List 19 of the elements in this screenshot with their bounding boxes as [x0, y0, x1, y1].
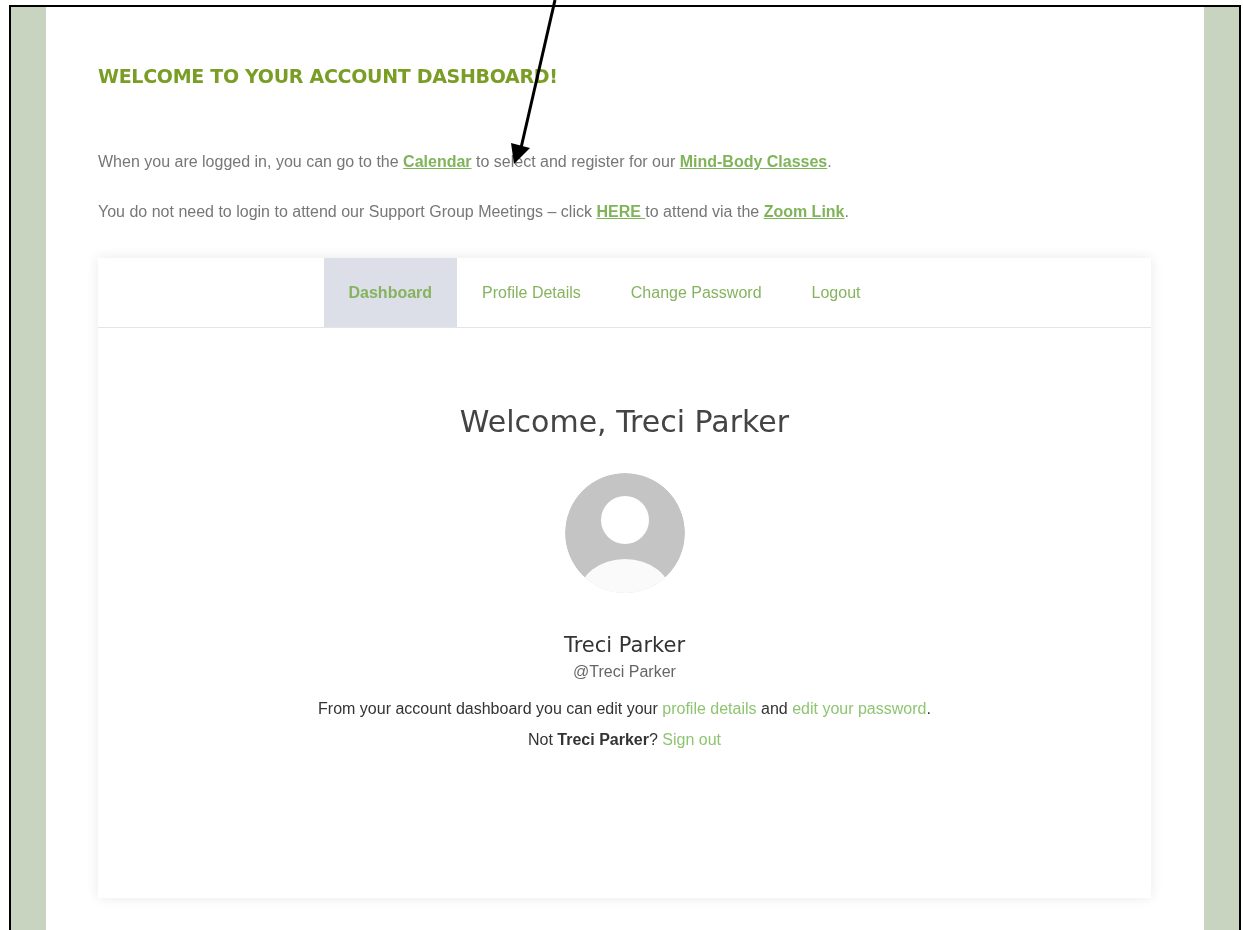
nav-tab[interactable]: Profile Details [457, 258, 606, 327]
account-text: Not Treci Parker? Sign out [527, 730, 722, 750]
nav-tab[interactable]: Dashboard [323, 258, 458, 327]
welcome-heading: Welcome, Treci Parker [459, 404, 790, 439]
avatar-icon [564, 473, 685, 593]
text-link[interactable]: Zoom Link [763, 203, 845, 220]
intro-text: When you are logged in, you can go to the Calendar to select and register for our Mind-Body Classes. [98, 152, 833, 172]
text-link[interactable]: Sign out [662, 731, 721, 748]
nav-tab[interactable]: Logout [786, 258, 886, 327]
account-text: From your account dashboard you can edit your profile details and edit your password. [318, 699, 931, 719]
text-link[interactable]: Mind-Body Classes [679, 153, 828, 170]
text-link[interactable]: HERE [596, 203, 646, 220]
nav-tab[interactable]: Change Password [605, 258, 787, 327]
user-handle: @Treci Parker [573, 663, 676, 681]
text-link[interactable]: profile details [662, 700, 757, 717]
user-name: Treci Parker [563, 633, 686, 657]
text-link[interactable]: edit your password [792, 700, 927, 717]
intro-text: You do not need to login to attend our Support Group Meetings – click HERE to attend via the Zoom Link. [98, 202, 850, 222]
text-link[interactable]: Calendar [403, 153, 472, 170]
